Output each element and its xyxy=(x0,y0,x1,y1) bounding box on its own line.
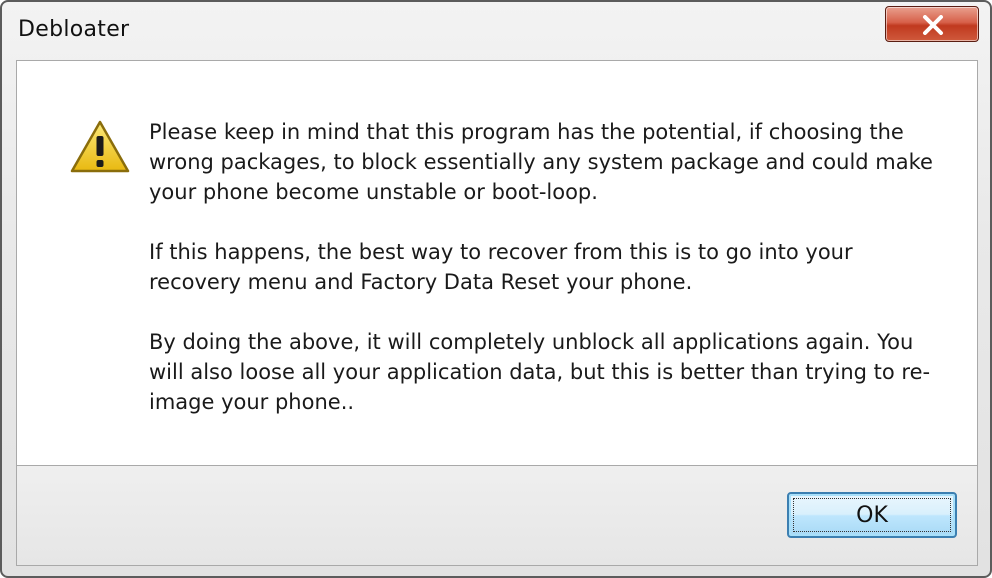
warning-icon xyxy=(70,120,130,173)
close-icon xyxy=(923,15,943,35)
ok-button[interactable]: OK xyxy=(787,492,957,538)
window-title: Debloater xyxy=(18,17,130,42)
title-bar[interactable]: Debloater xyxy=(2,2,990,60)
message-area: Please keep in mind that this program ha… xyxy=(16,60,978,466)
ok-button-label: OK xyxy=(856,502,888,528)
message-paragraph-2: If this happens, the best way to recover… xyxy=(149,240,853,294)
close-button[interactable] xyxy=(885,6,979,42)
message-paragraph-1: Please keep in mind that this program ha… xyxy=(149,120,933,204)
message-text: Please keep in mind that this program ha… xyxy=(149,117,949,447)
dialog-window: Debloater Please keep in mind that this … xyxy=(0,0,992,578)
message-paragraph-3: By doing the above, it will completely u… xyxy=(149,330,931,414)
